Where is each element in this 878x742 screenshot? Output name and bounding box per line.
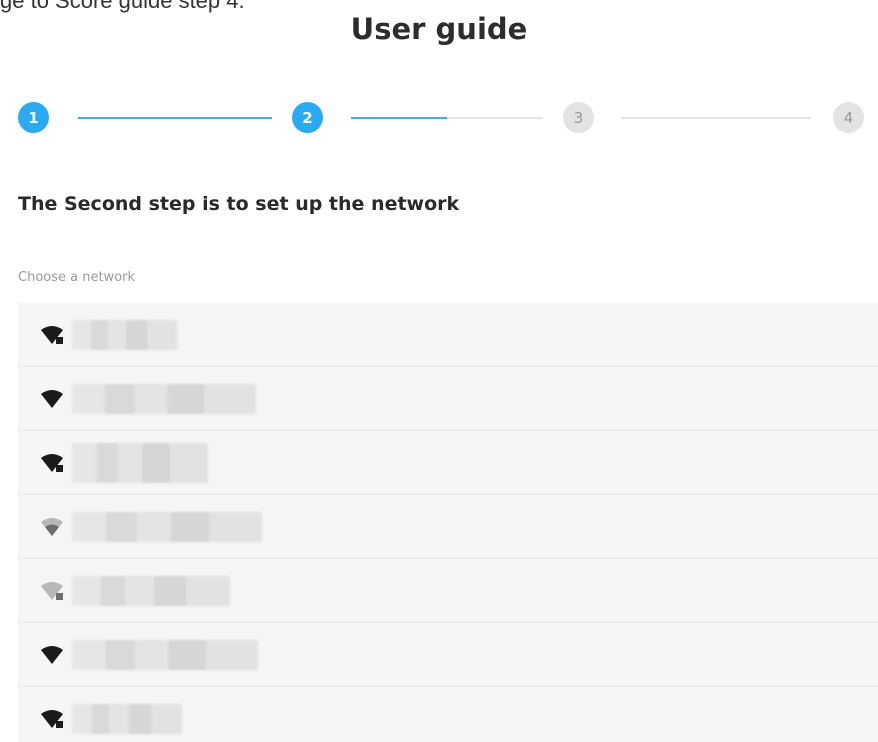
network-ssid <box>72 319 177 350</box>
step-1[interactable]: 1 <box>18 102 49 133</box>
network-ssid <box>72 575 230 606</box>
wifi-icon <box>41 517 63 536</box>
page-title: User guide <box>350 12 528 46</box>
step-line-1-fill <box>78 117 272 119</box>
step-line-1 <box>78 117 272 119</box>
step-4[interactable]: 4 <box>833 102 864 133</box>
network-item[interactable] <box>18 495 878 559</box>
step-line-2-fill <box>351 117 447 119</box>
step-2[interactable]: 2 <box>292 102 323 133</box>
network-list <box>18 303 878 742</box>
wifi-secured-icon <box>41 710 63 728</box>
step-line-2 <box>351 117 543 119</box>
network-ssid <box>72 704 182 734</box>
network-item[interactable] <box>18 431 878 495</box>
wifi-icon <box>41 389 63 408</box>
wifi-secured-icon <box>41 453 63 472</box>
step-line-3 <box>621 117 811 119</box>
wifi-icon <box>41 645 63 664</box>
network-ssid <box>72 639 258 670</box>
stepper: 1 2 3 4 <box>18 100 864 140</box>
step-3[interactable]: 3 <box>563 102 594 133</box>
wifi-secured-icon <box>41 325 63 344</box>
network-item[interactable] <box>18 559 878 623</box>
network-ssid <box>72 383 256 414</box>
network-item[interactable] <box>18 687 878 742</box>
network-ssid <box>72 511 262 542</box>
network-ssid <box>72 442 208 483</box>
network-item[interactable] <box>18 367 878 431</box>
network-item[interactable] <box>18 623 878 687</box>
section-heading: The Second step is to set up the network <box>18 193 460 215</box>
network-item[interactable] <box>18 303 878 367</box>
wifi-secured-icon <box>41 581 63 600</box>
network-label: Choose a network <box>18 270 136 285</box>
